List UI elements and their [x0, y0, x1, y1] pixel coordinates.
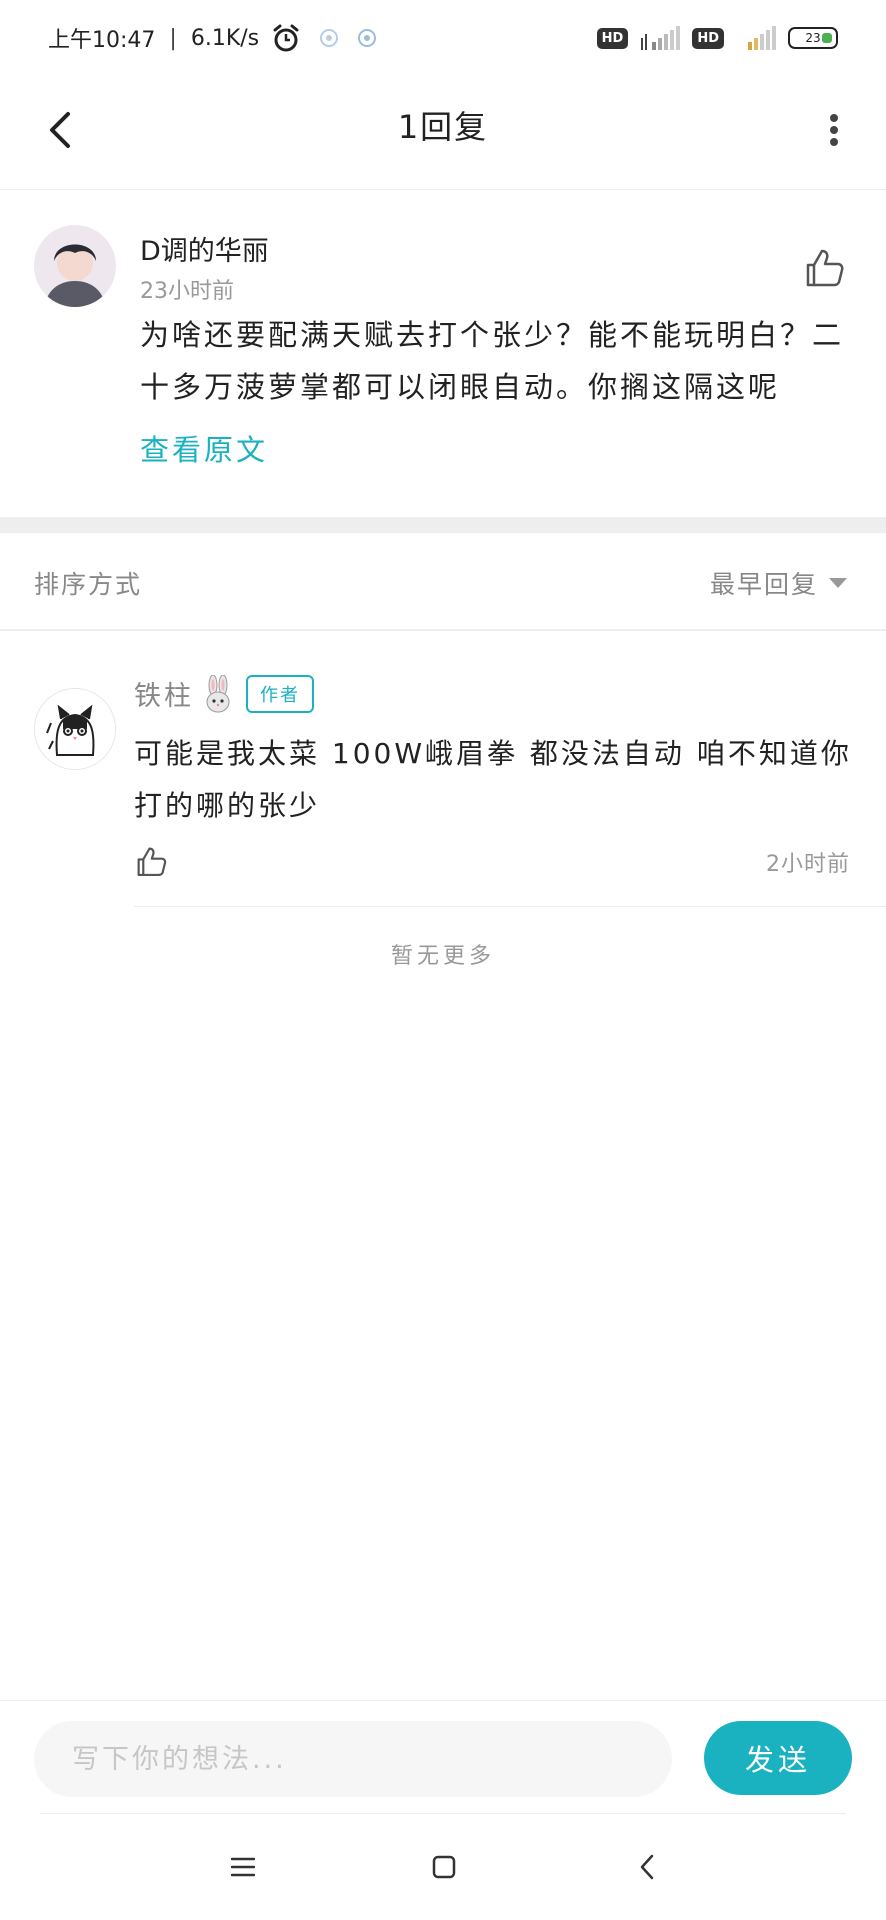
sort-value: 最早回复: [709, 570, 818, 599]
thumbs-up-icon: [806, 249, 844, 287]
notification-icon: [320, 29, 339, 47]
username[interactable]: D调的华丽: [140, 229, 269, 268]
timestamp: 23小时前: [140, 279, 234, 304]
page-title: 1回复: [397, 108, 489, 146]
battery-icon: 23: [788, 27, 838, 49]
nav-menu-button[interactable]: [220, 1844, 266, 1890]
system-nav-bar: [0, 1814, 886, 1920]
comment-text: 为啥还要配满天赋去打个张少？能不能玩明白？二十多万菠萝掌都可以闭眼自动。你搁这隔…: [140, 318, 845, 404]
sort-label: 排序方式: [34, 570, 143, 599]
author-badge: 作者: [246, 674, 314, 713]
notification-icon-2: [358, 29, 377, 47]
signal-icon: [641, 26, 681, 50]
original-comment: D调的华丽 23小时前 为啥还要配满天赋去打个张少？能不能玩明白？二十多万菠萝掌…: [0, 191, 886, 517]
cat-avatar-image: [35, 689, 115, 769]
like-button[interactable]: [134, 844, 168, 878]
no-more-label: 暂无更多: [390, 944, 495, 969]
more-button[interactable]: [804, 100, 864, 160]
send-button[interactable]: 发送: [704, 1721, 852, 1795]
signal-icon-2: [748, 26, 776, 50]
status-left: 上午10:47 | 6.1K/s: [48, 22, 377, 54]
page-header: 1回复: [0, 78, 886, 190]
reply-header: 铁柱 作者: [134, 674, 314, 713]
battery-fill: [822, 33, 832, 43]
battery-level: 23: [805, 31, 821, 45]
username[interactable]: 铁柱: [134, 674, 194, 713]
nav-back-button[interactable]: [624, 1844, 670, 1890]
sort-dropdown[interactable]: 最早回复: [710, 565, 848, 601]
hd-badge: HD: [596, 27, 629, 49]
status-time: 上午10:47: [48, 28, 156, 53]
status-separator: |: [169, 25, 177, 51]
section-divider: [0, 517, 886, 533]
chevron-left-icon: [640, 1854, 654, 1880]
nav-home-button[interactable]: [421, 1844, 467, 1890]
home-square-icon: [432, 1855, 456, 1879]
comment-input[interactable]: [34, 1721, 672, 1797]
hd-badge-2: HD: [692, 27, 724, 49]
thumbs-up-icon: [137, 847, 167, 876]
like-button[interactable]: [802, 245, 846, 289]
alarm-icon: [273, 24, 299, 52]
status-speed: 6.1K/s: [190, 25, 260, 51]
rabbit-icon: [206, 674, 230, 712]
reply-item: 铁柱 作者 可能是我太菜 100W峨眉拳 都没法自动 咱不知道你打的哪的张少 2…: [0, 632, 886, 907]
status-right: HD HD 23: [596, 24, 838, 52]
chevron-down-icon: [829, 578, 847, 588]
menu-icon: [231, 1857, 255, 1877]
user-avatar-image: [34, 225, 116, 307]
view-original-link[interactable]: 查看原文: [140, 427, 268, 469]
reply-text: 可能是我太菜 100W峨眉拳 都没法自动 咱不知道你打的哪的张少: [134, 737, 852, 822]
comment-input-bar: 发送: [0, 1700, 886, 1814]
status-bar: 上午10:47 | 6.1K/s HD HD 23: [0, 0, 886, 78]
sort-bar: 排序方式 最早回复: [0, 533, 886, 631]
timestamp: 2小时前: [766, 852, 850, 877]
avatar[interactable]: [34, 688, 116, 770]
reply-divider: [134, 906, 886, 907]
more-vertical-icon: [830, 114, 838, 146]
avatar[interactable]: [34, 225, 116, 307]
